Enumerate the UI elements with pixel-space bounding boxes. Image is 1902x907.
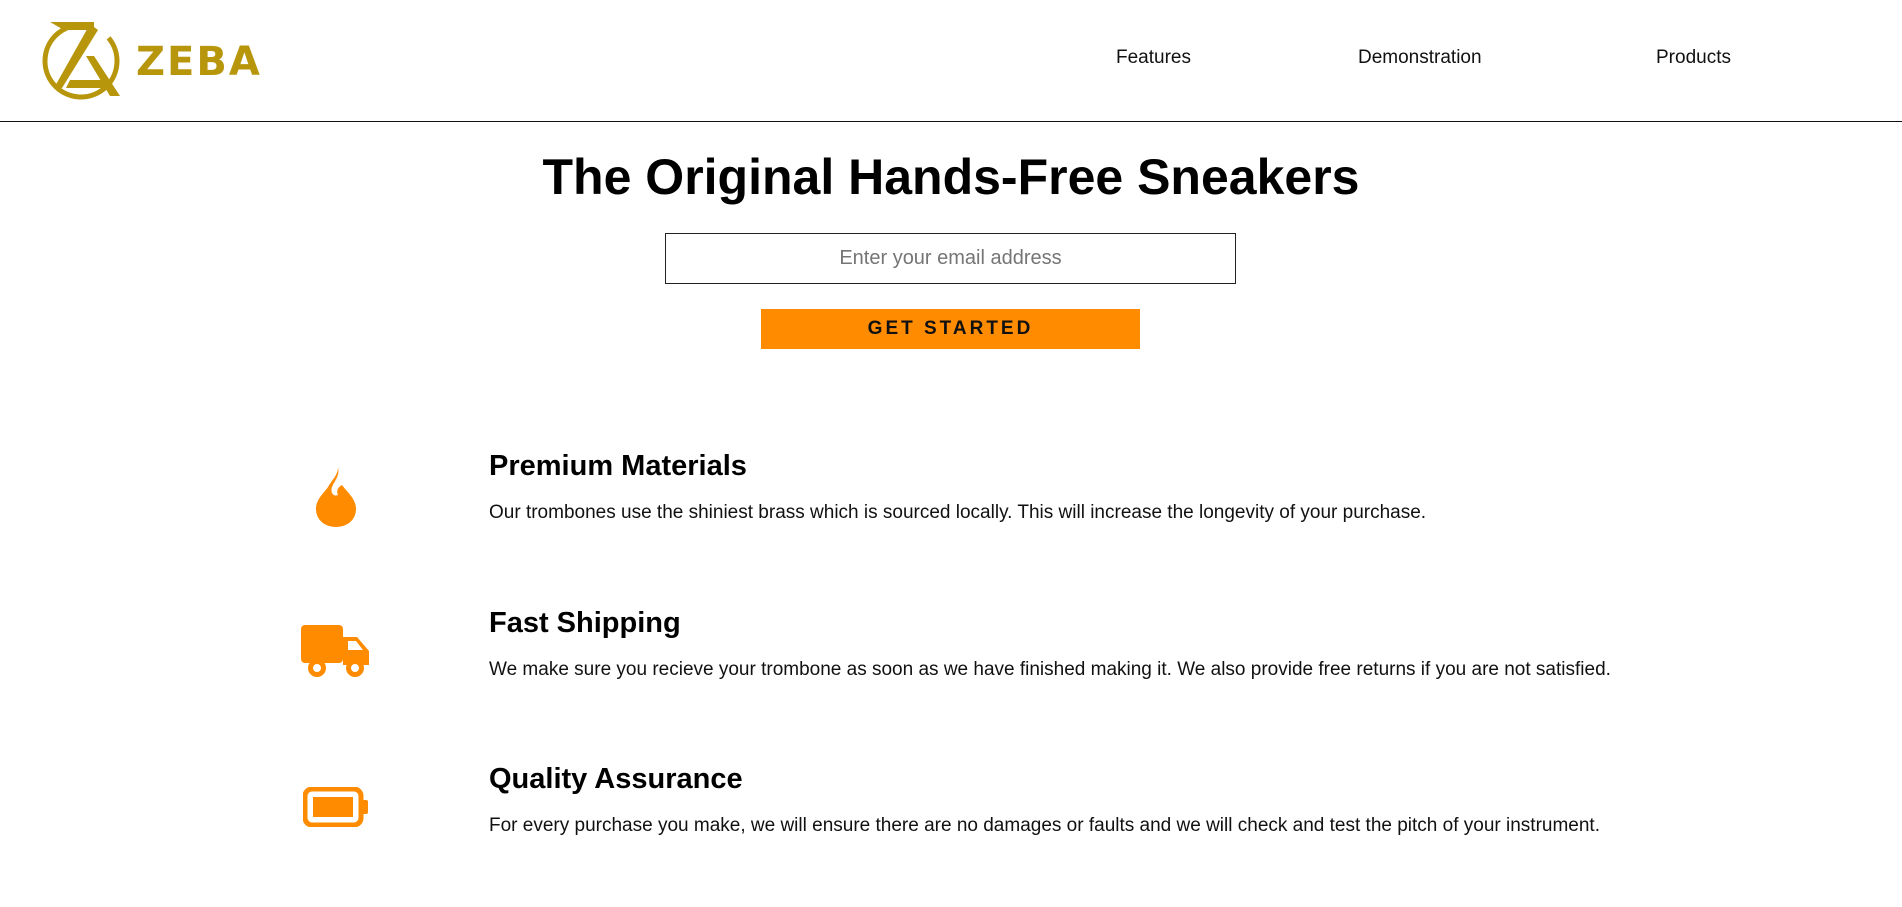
nav-link-products[interactable]: Products: [1656, 47, 1731, 69]
feature-description: Our trombones use the shiniest brass whi…: [489, 502, 1427, 523]
feature-title: Premium Materials: [489, 450, 747, 482]
feature-quality-assurance: Quality Assurance For every purchase you…: [0, 753, 1902, 873]
feature-title: Quality Assurance: [489, 763, 743, 795]
feature-title: Fast Shipping: [489, 607, 681, 639]
feature-description: For every purchase you make, we will ens…: [489, 815, 1600, 836]
feature-premium-materials: Premium Materials Our trombones use the …: [0, 440, 1902, 560]
feature-description: We make sure you recieve your trombone a…: [489, 659, 1611, 680]
email-input[interactable]: [665, 233, 1236, 284]
hero-title: The Original Hands-Free Sneakers: [542, 149, 1360, 205]
flame-icon: [296, 457, 376, 537]
nav-link-features[interactable]: Features: [1116, 47, 1191, 69]
site-header: ZEBA Features Demonstration Products: [0, 0, 1902, 122]
main-nav: Features Demonstration Products: [0, 0, 1902, 120]
nav-link-demonstration[interactable]: Demonstration: [1358, 47, 1482, 69]
feature-fast-shipping: Fast Shipping We make sure you recieve y…: [0, 597, 1902, 717]
get-started-button[interactable]: GET STARTED: [761, 309, 1140, 349]
battery-icon: [296, 767, 376, 847]
truck-icon: [296, 611, 376, 691]
